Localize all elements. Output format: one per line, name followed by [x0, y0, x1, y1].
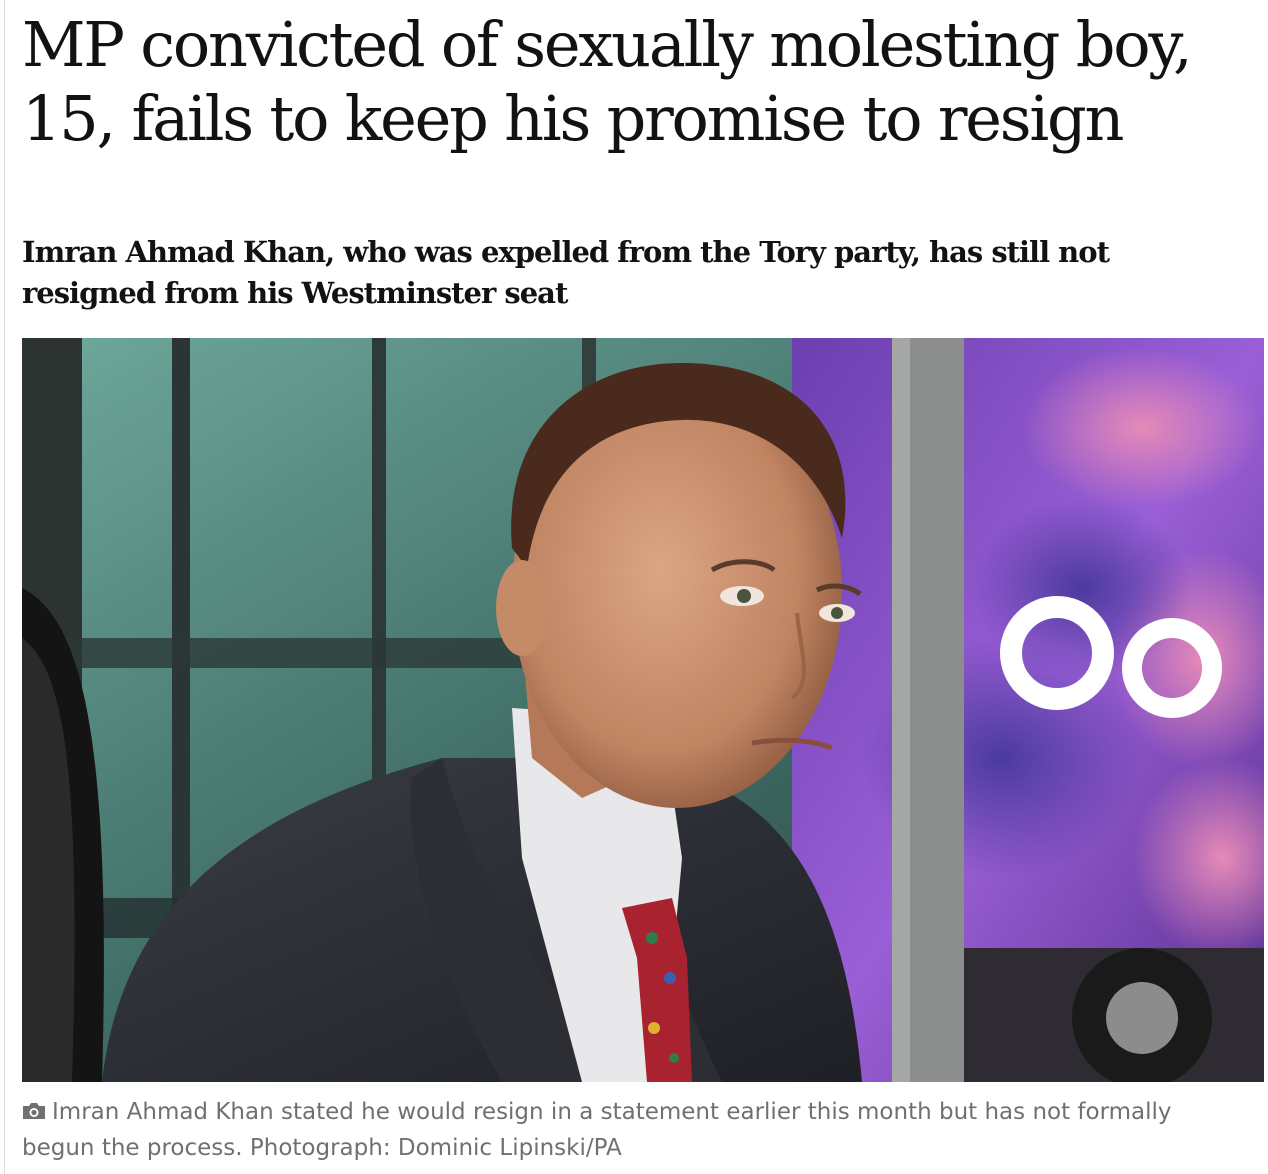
article-main-image[interactable] [22, 338, 1264, 1082]
left-column-rule [4, 0, 5, 1174]
article-standfirst: Imran Ahmad Khan, who was expelled from … [22, 235, 1110, 310]
camera-icon [23, 1103, 45, 1119]
photo-credit: Photograph: Dominic Lipinski/PA [249, 1135, 622, 1161]
image-caption: Imran Ahmad Khan stated he would resign … [22, 1094, 1242, 1166]
article-headline: MP convicted of sexually molesting boy, … [22, 8, 1193, 155]
photo-illustration [22, 338, 1264, 1082]
